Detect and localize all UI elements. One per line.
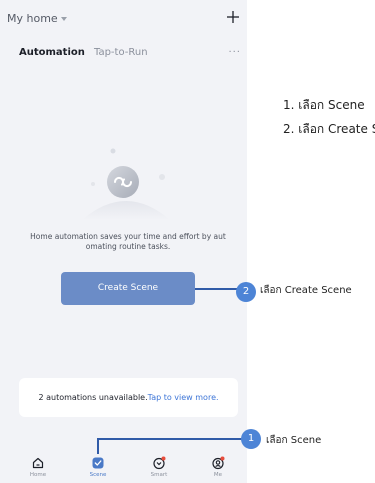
- create-scene-button[interactable]: Create Scene: [61, 272, 195, 305]
- nav-me[interactable]: Me: [193, 445, 243, 478]
- callout-1-badge: 1: [241, 429, 261, 449]
- callout-2-text: เลือก Create Scene: [260, 285, 352, 296]
- automation-loop-icon: [82, 148, 170, 220]
- scene-check-icon: [92, 457, 104, 469]
- nav-smart-label: Smart: [150, 472, 168, 478]
- phone-screen: My home Automation Tap-to-Run ··· Home a…: [0, 0, 247, 483]
- add-button[interactable]: [225, 9, 241, 25]
- home-selector-label: My home: [7, 12, 58, 25]
- instruction-steps: 1. เลือก Scene 2. เลือก Create Scene: [283, 93, 375, 141]
- tab-tap-to-run[interactable]: Tap-to-Run: [94, 46, 148, 60]
- unavailable-notice[interactable]: 2 automations unavailable.Tap to view mo…: [19, 378, 238, 417]
- callout-2-badge: 2: [236, 282, 256, 302]
- callout-2-line: [195, 288, 239, 290]
- me-icon: [212, 456, 225, 470]
- smart-icon: [153, 456, 166, 470]
- caret-down-icon: [60, 17, 67, 21]
- scene-tabs: Automation Tap-to-Run ···: [19, 46, 241, 62]
- nav-home[interactable]: Home: [13, 445, 63, 478]
- page: My home Automation Tap-to-Run ··· Home a…: [0, 0, 375, 483]
- more-options-button[interactable]: ···: [228, 46, 241, 60]
- tab-automation[interactable]: Automation: [19, 46, 85, 60]
- callout-1-text: เลือก Scene: [266, 435, 322, 446]
- empty-illustration: [76, 140, 176, 230]
- instruction-step: 2. เลือก Create Scene: [283, 122, 375, 136]
- bottom-tab-bar: Home Scene Smart Me: [0, 445, 247, 483]
- instruction-step: 1. เลือก Scene: [283, 98, 365, 112]
- nav-smart[interactable]: Smart: [134, 445, 184, 478]
- home-icon: [32, 457, 44, 469]
- tap-to-view-link[interactable]: Tap to view more.: [148, 393, 219, 402]
- callout-1-drop-line: [97, 438, 99, 454]
- callout-1-line: [97, 438, 243, 440]
- top-bar: My home: [7, 9, 241, 29]
- plus-icon: [227, 11, 239, 23]
- nav-scene-label: Scene: [89, 472, 107, 478]
- nav-me-label: Me: [213, 472, 223, 478]
- home-selector[interactable]: My home: [7, 12, 67, 25]
- nav-home-label: Home: [29, 472, 47, 478]
- notice-text: 2 automations unavailable.: [38, 393, 148, 402]
- empty-state-message: Home automation saves your time and effo…: [30, 232, 226, 251]
